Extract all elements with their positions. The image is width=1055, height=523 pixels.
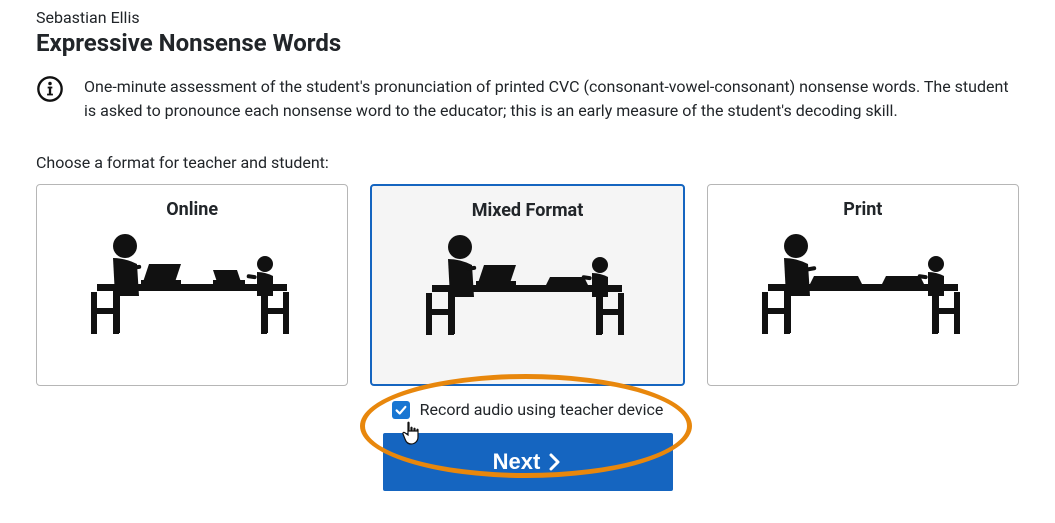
choose-format-label: Choose a format for teacher and student: <box>36 153 1019 172</box>
teacher-student-paper-icon <box>718 226 1008 346</box>
teacher-laptop-student-paper-icon <box>382 227 672 347</box>
next-button[interactable]: Next <box>383 433 673 491</box>
format-option-title: Online <box>47 199 337 220</box>
info-text: One-minute assessment of the student's p… <box>84 75 1019 123</box>
record-audio-label: Record audio using teacher device <box>420 400 664 419</box>
info-row: One-minute assessment of the student's p… <box>36 75 1019 123</box>
page-title: Expressive Nonsense Words <box>36 29 1019 57</box>
format-option-title: Mixed Format <box>382 200 672 221</box>
chevron-right-icon <box>548 453 562 471</box>
teacher-student-laptops-icon <box>47 226 337 346</box>
format-options: Online <box>36 184 1019 386</box>
format-option-online[interactable]: Online <box>36 184 348 386</box>
student-name: Sebastian Ellis <box>36 8 1019 27</box>
next-button-label: Next <box>493 449 541 475</box>
info-icon <box>36 75 64 103</box>
record-audio-checkbox[interactable] <box>392 401 410 419</box>
format-option-title: Print <box>718 199 1008 220</box>
format-option-mixed[interactable]: Mixed Format <box>370 184 684 386</box>
format-option-print[interactable]: Print <box>707 184 1019 386</box>
record-audio-row: Record audio using teacher device <box>36 400 1019 419</box>
